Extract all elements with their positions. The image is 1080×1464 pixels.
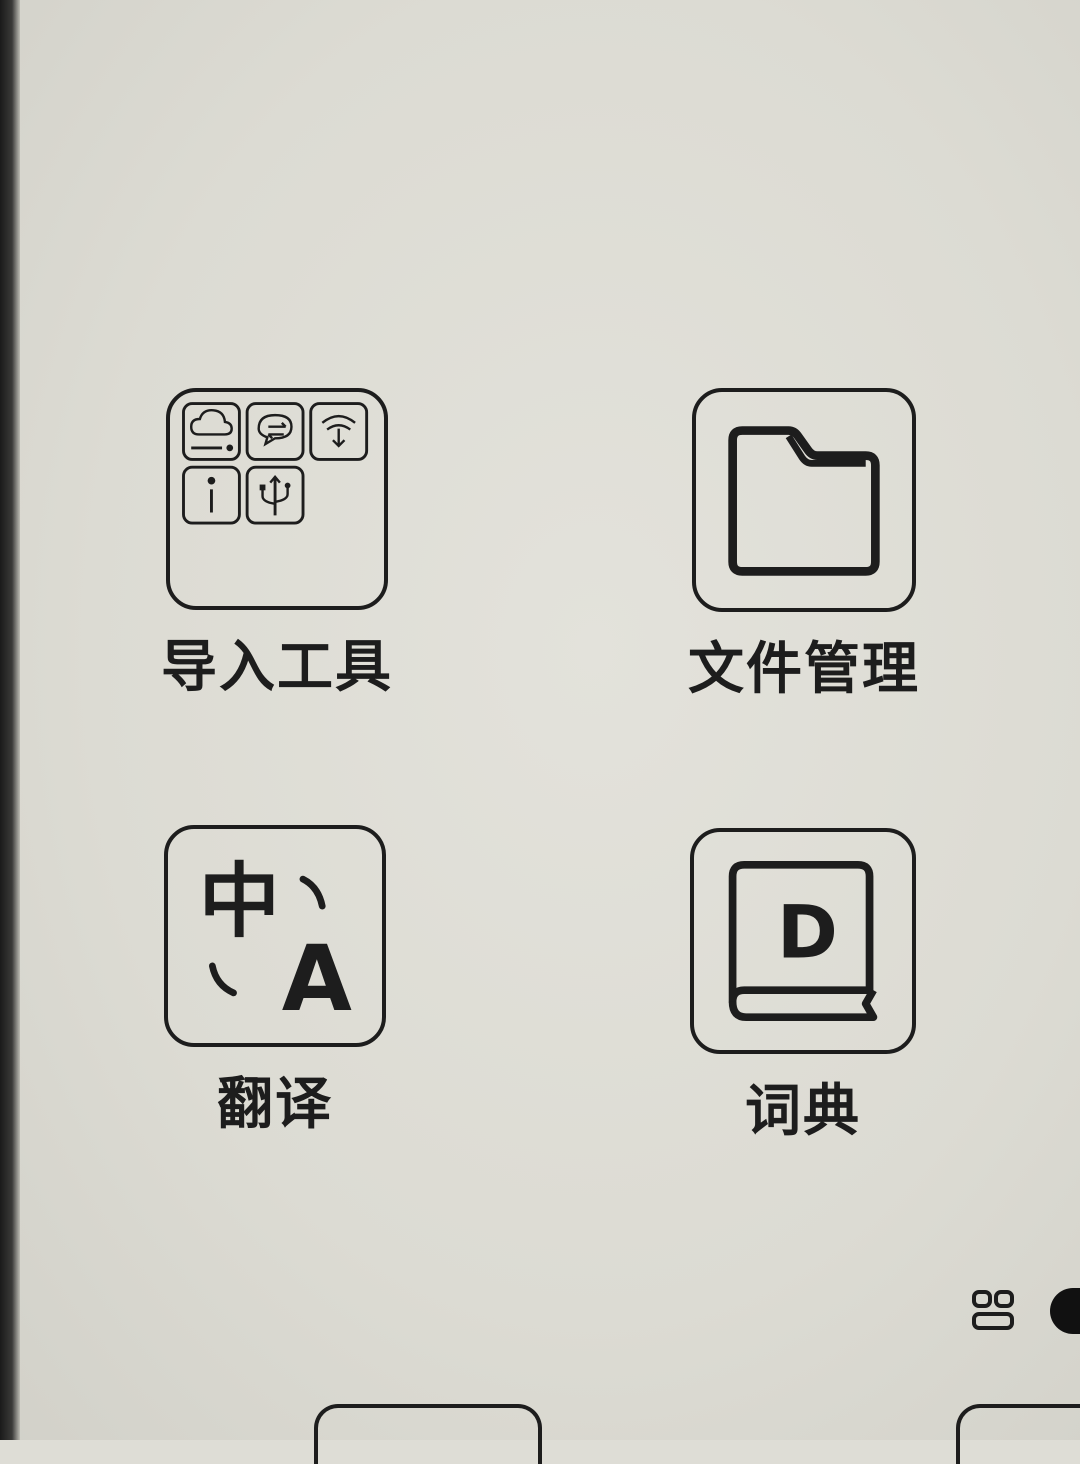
app-translate[interactable]: 中 A 翻译	[155, 825, 395, 1133]
app-label-file-manager: 文件管理	[688, 637, 920, 702]
app-label-dictionary: 词典	[745, 1079, 861, 1144]
translate-icon-graphic: 中 A	[199, 855, 352, 1032]
page-indicator	[970, 1288, 1080, 1334]
translate-source-glyph: 中	[199, 855, 280, 949]
dictionary-book-icon-graphic: D	[728, 860, 878, 1022]
app-label-translate: 翻译	[217, 1072, 333, 1137]
app-import-tools[interactable]: 导入工具	[157, 388, 397, 696]
folder-icon-graphic	[728, 426, 880, 576]
app-dictionary[interactable]: D 词典	[683, 828, 923, 1140]
dictionary-letter-glyph: D	[777, 890, 838, 975]
dictionary-book-icon: D	[690, 828, 916, 1054]
app-file-manager[interactable]: 文件管理	[684, 388, 924, 698]
page-indicator-dot	[1050, 1288, 1080, 1334]
dock-item-partial[interactable]	[314, 1404, 542, 1464]
app-grid-icon[interactable]	[970, 1288, 1016, 1334]
translate-target-glyph: A	[282, 927, 352, 1032]
folder-icon	[692, 388, 916, 612]
home-screen: 导入工具 文件管理 中 A 翻译 D 词典	[0, 0, 1080, 1464]
import-tools-icon	[166, 388, 388, 610]
dock-item-partial-right[interactable]	[956, 1404, 1080, 1464]
import-tools-icon-graphic	[182, 402, 369, 525]
device-bezel	[0, 0, 20, 1440]
translate-icon: 中 A	[164, 825, 386, 1047]
app-label-import-tools: 导入工具	[161, 635, 393, 700]
